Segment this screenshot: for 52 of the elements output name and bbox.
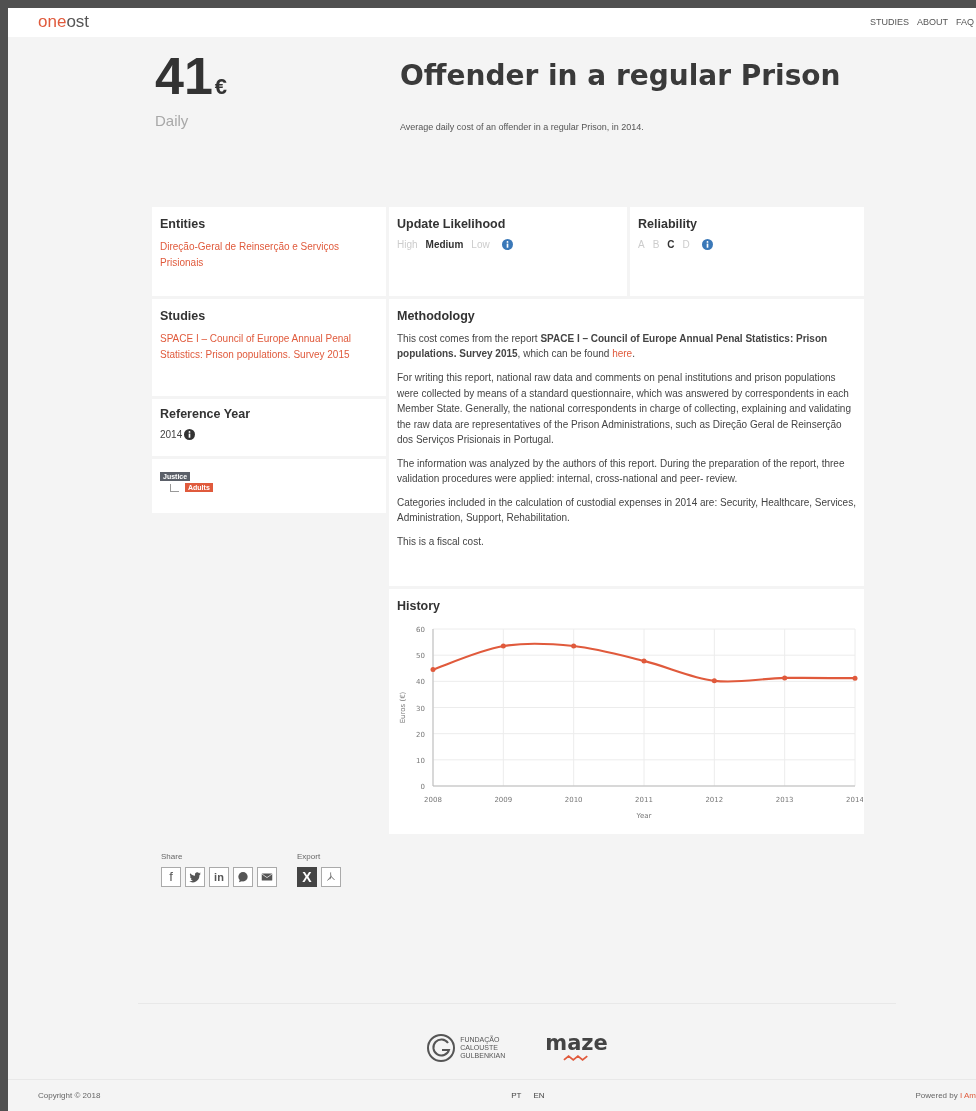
card-title: History bbox=[397, 598, 442, 613]
card-title: Update Likelihood bbox=[397, 216, 507, 231]
language-link[interactable]: PT bbox=[511, 1090, 522, 1100]
reliability-grade: C bbox=[667, 238, 675, 250]
twitter-share-button[interactable] bbox=[185, 866, 205, 887]
foundation-logo-icon bbox=[426, 1032, 457, 1063]
nav-link[interactable]: FAQ bbox=[956, 17, 974, 28]
methodology-paragraph: The information was analyzed by the authors of this report. During the preparation of the report, three validation procedures were applied: internal, cross-national and peer- review. bbox=[397, 456, 846, 487]
zigzag-icon bbox=[562, 1053, 591, 1062]
entity-link[interactable]: Direção-Geral de Reinserção e Serviços Prisionais bbox=[160, 238, 378, 271]
methodology-paragraph: For writing this report, national raw data and comments on penal institutions and prison populations were collected by means of a standard questionnaire, which was answered by correspondents in each Member State. Generally, the national correspondents in charge of collecting, explaining and validating the raw data are representatives of the Prison Administrations, such as Direção Geral de Reinserção dos Serviços Prisionais in Portugal. bbox=[397, 371, 852, 448]
bird-icon bbox=[188, 869, 202, 884]
study-link[interactable]: SPACE I – Council of Europe Annual Penal Statistics: Prison populations. Survey 2015 bbox=[160, 330, 378, 363]
author-link[interactable]: I Am bbox=[959, 1090, 976, 1100]
powered-by-text: Powered by bbox=[915, 1090, 958, 1100]
card-title: Reliability bbox=[638, 216, 699, 231]
facebook-share-button[interactable]: f bbox=[161, 866, 181, 887]
data-point bbox=[430, 666, 436, 672]
cost-amount: 41 bbox=[155, 46, 213, 105]
chat-bubble-icon bbox=[236, 869, 250, 884]
export-label: Export bbox=[297, 851, 322, 861]
currency-symbol: € bbox=[214, 73, 228, 99]
whatsapp-share-button[interactable] bbox=[233, 866, 253, 887]
reference-year-value: 2014 bbox=[160, 428, 183, 440]
card-title: Entities bbox=[160, 216, 207, 231]
excel-export-button[interactable]: X bbox=[297, 866, 317, 887]
data-point bbox=[571, 643, 577, 649]
nav-link[interactable]: ABOUT bbox=[916, 17, 948, 28]
page-title: Offender in a regular Prison bbox=[400, 58, 842, 92]
card-title: Studies bbox=[160, 308, 207, 323]
data-point bbox=[500, 643, 506, 649]
copyright-text: Copyright © 2018 bbox=[38, 1090, 101, 1100]
language-link[interactable]: EN bbox=[533, 1090, 545, 1100]
maze-logo-text: maze bbox=[545, 1031, 608, 1054]
site-logo[interactable]: oneost bbox=[38, 12, 90, 33]
data-point bbox=[711, 678, 717, 684]
info-icon[interactable] bbox=[184, 428, 196, 440]
nav-link[interactable]: STUDIES bbox=[869, 17, 909, 28]
cost-period: Daily bbox=[155, 111, 190, 129]
data-point bbox=[641, 658, 647, 664]
linkedin-share-button[interactable]: in bbox=[209, 866, 229, 887]
methodology-paragraph: This cost comes from the report SPACE I – Council of Europe Annual Penal Statistics: Prison populations. Survey 2015, which can be found here. bbox=[397, 331, 829, 362]
card-title: Reference Year bbox=[160, 406, 252, 421]
methodology-paragraph: This is a fiscal cost. bbox=[397, 534, 485, 549]
likelihood-level: Medium bbox=[425, 238, 464, 250]
methodology-paragraph: Categories included in the calculation of custodial expenses in 2014 are: Security, Healthcare, Services, Administration, Support, Rehabilitation. bbox=[397, 495, 856, 526]
cost-description: Average daily cost of an offender in a regular Prison, in 2014. bbox=[400, 121, 645, 132]
email-share-button[interactable] bbox=[257, 866, 277, 887]
share-label: Share bbox=[161, 851, 184, 861]
data-point bbox=[852, 675, 858, 681]
card-title: Methodology bbox=[397, 308, 476, 323]
data-point bbox=[782, 675, 788, 681]
